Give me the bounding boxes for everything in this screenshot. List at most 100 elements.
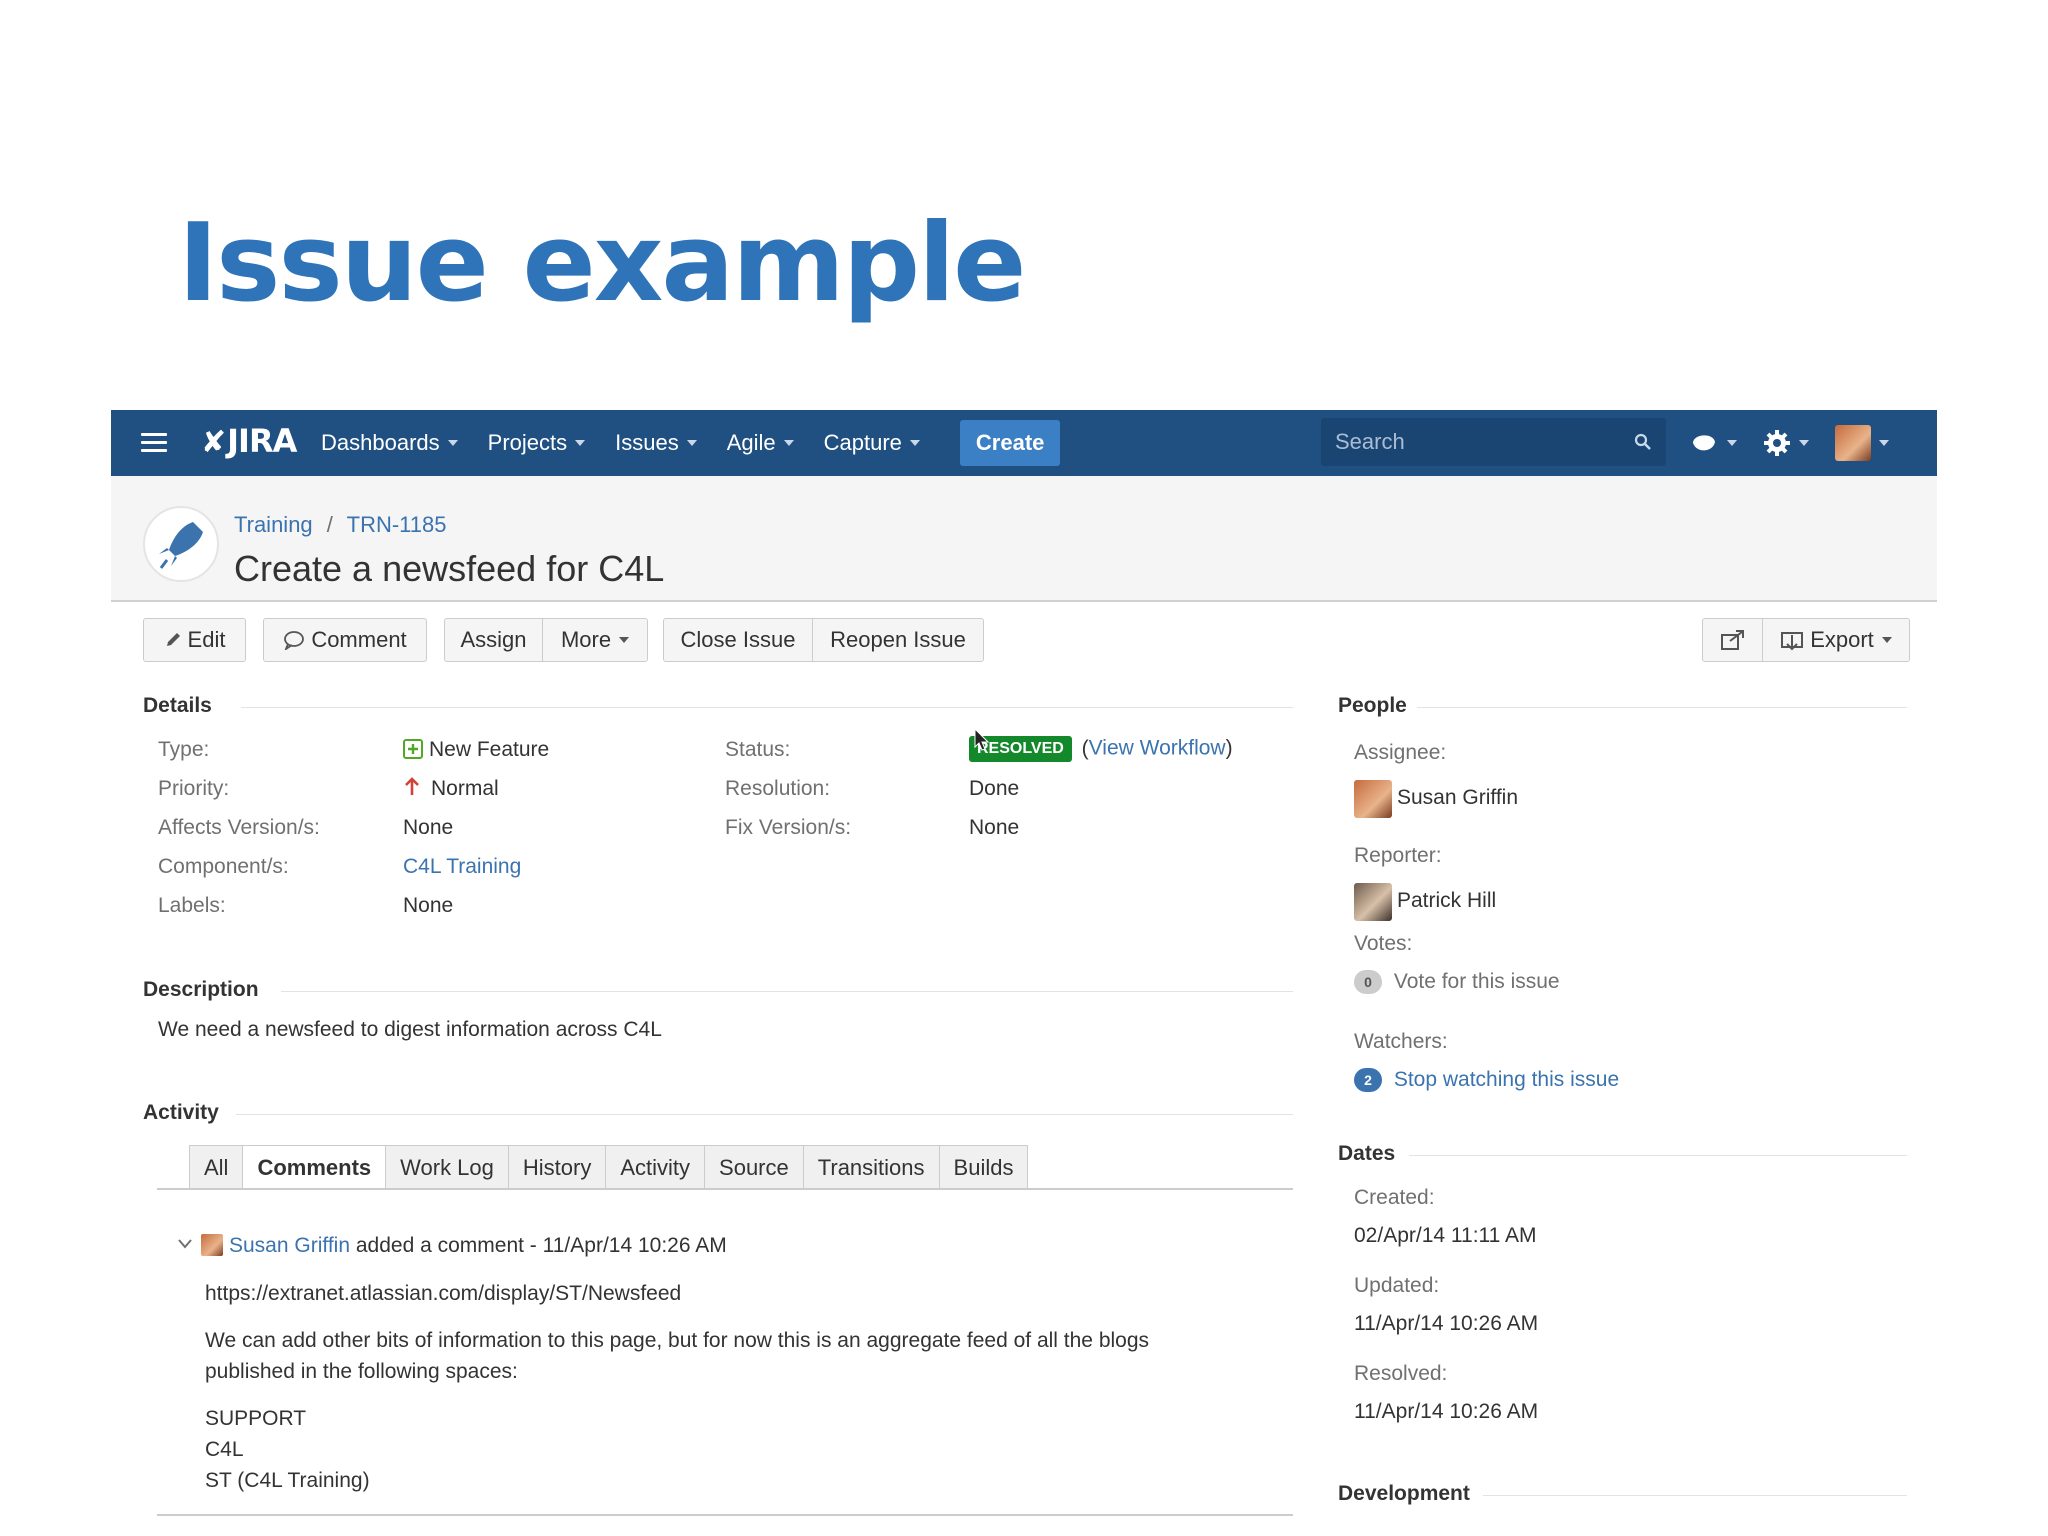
close-issue-button[interactable]: Close Issue: [663, 618, 813, 662]
updated-value: 11/Apr/14 10:26 AM: [1354, 1312, 1539, 1335]
assign-button[interactable]: Assign: [444, 618, 543, 662]
priority-label: Priority:: [158, 777, 230, 800]
people-heading: People: [1338, 694, 1407, 717]
breadcrumb-project-link[interactable]: Training: [234, 512, 313, 537]
speech-bubble-icon: [284, 631, 305, 650]
tab-work-log[interactable]: Work Log: [385, 1145, 509, 1189]
avatar: [201, 1234, 223, 1256]
project-avatar-rocket-icon[interactable]: [143, 506, 219, 582]
comment-list-item: ST (C4L Training): [205, 1469, 370, 1492]
jira-issue-screenshot: ✘JIRA Dashboards Projects Issues Agile C…: [111, 410, 1937, 1520]
tab-history[interactable]: History: [507, 1145, 607, 1189]
tab-source[interactable]: Source: [704, 1145, 804, 1189]
breadcrumb: Training / TRN-1185: [234, 512, 447, 537]
type-value: New Feature: [403, 738, 549, 762]
watchers-label: Watchers:: [1354, 1030, 1448, 1053]
comment-button[interactable]: Comment: [263, 618, 427, 662]
nav-issues[interactable]: Issues: [615, 430, 697, 456]
avatar: [1354, 780, 1392, 818]
affects-versions-label: Affects Version/s:: [158, 816, 320, 839]
resolution-label: Resolution:: [725, 777, 831, 800]
details-heading: Details: [143, 694, 212, 717]
tab-builds[interactable]: Builds: [938, 1145, 1029, 1189]
tab-activity[interactable]: Activity: [605, 1145, 706, 1189]
reopen-issue-button[interactable]: Reopen Issue: [812, 618, 984, 662]
comment-list-item: C4L: [205, 1438, 244, 1461]
affects-versions-value: None: [403, 816, 454, 839]
stop-watching-link[interactable]: Stop watching this issue: [1394, 1068, 1619, 1091]
more-button[interactable]: More: [542, 618, 648, 662]
search-input[interactable]: [1321, 428, 1617, 456]
tab-all[interactable]: All: [189, 1145, 244, 1189]
vote-control[interactable]: 0 Vote for this issue: [1354, 970, 1560, 995]
description-heading: Description: [143, 978, 259, 1001]
tab-transitions[interactable]: Transitions: [802, 1145, 940, 1189]
priority-value: Normal: [403, 777, 499, 801]
reporter-name[interactable]: Patrick Hill: [1397, 889, 1496, 913]
vote-link[interactable]: Vote for this issue: [1394, 970, 1560, 993]
chevron-down-icon[interactable]: [177, 1238, 193, 1250]
chevron-down-icon: [447, 440, 458, 446]
fix-versions-value: None: [969, 816, 1020, 839]
created-value: 02/Apr/14 11:11 AM: [1354, 1224, 1537, 1247]
component-link[interactable]: C4L Training: [403, 855, 521, 879]
search-icon[interactable]: [1634, 433, 1652, 451]
resolution-value: Done: [969, 777, 1020, 800]
fix-versions-label: Fix Version/s:: [725, 816, 852, 839]
avatar: [1354, 883, 1392, 921]
issue-toolbar: Edit Comment Assign More Close Issue Reo…: [143, 618, 1910, 664]
menu-icon[interactable]: [141, 433, 167, 453]
avatar: [1835, 425, 1871, 461]
assignee-label: Assignee:: [1354, 741, 1447, 764]
vote-count-badge: 0: [1354, 970, 1382, 995]
chevron-down-icon: [686, 440, 697, 446]
share-icon: [1720, 630, 1744, 650]
created-label: Created:: [1354, 1186, 1435, 1209]
comment-header: Susan Griffin added a comment - 11/Apr/1…: [177, 1234, 727, 1258]
pencil-icon: [166, 633, 180, 646]
download-icon: [1781, 632, 1804, 651]
help-icon[interactable]: [1691, 430, 1737, 456]
export-button[interactable]: Export: [1762, 618, 1910, 662]
resolved-label: Resolved:: [1354, 1362, 1448, 1385]
issue-header: Training / TRN-1185 Create a newsfeed fo…: [111, 476, 1937, 602]
type-label: Type:: [158, 738, 210, 761]
nav-capture[interactable]: Capture: [824, 430, 920, 456]
tab-comments[interactable]: Comments: [242, 1145, 387, 1189]
comment-author-link[interactable]: Susan Griffin: [229, 1234, 350, 1257]
status-value: RESOLVED (View Workflow): [969, 736, 1233, 762]
view-workflow-link[interactable]: View Workflow: [1089, 737, 1226, 760]
activity-heading: Activity: [143, 1101, 219, 1124]
nav-projects[interactable]: Projects: [488, 430, 586, 456]
watch-control[interactable]: 2 Stop watching this issue: [1354, 1068, 1619, 1093]
comment-list-item: SUPPORT: [205, 1407, 307, 1430]
search-box[interactable]: [1321, 418, 1666, 466]
activity-tabs: All Comments Work Log History Activity S…: [189, 1145, 1029, 1189]
comment-text-line2: published in the following spaces:: [205, 1360, 518, 1383]
mouse-cursor-icon: [974, 728, 990, 751]
nav-agile[interactable]: Agile: [727, 430, 794, 456]
nav-dashboards[interactable]: Dashboards: [321, 430, 458, 456]
assignee-name[interactable]: Susan Griffin: [1397, 786, 1518, 810]
comment-link[interactable]: https://extranet.atlassian.com/display/S…: [205, 1282, 681, 1306]
slide-title: Issue example: [178, 201, 1026, 326]
edit-button[interactable]: Edit: [143, 618, 246, 662]
labels-value: None: [403, 894, 454, 917]
status-label: Status:: [725, 738, 791, 761]
comment-text-line1: We can add other bits of information to …: [205, 1329, 1150, 1352]
arrow-up-icon: [405, 777, 419, 795]
updated-label: Updated:: [1354, 1274, 1440, 1297]
breadcrumb-issue-key-link[interactable]: TRN-1185: [347, 512, 447, 537]
jira-logo[interactable]: ✘JIRA: [201, 422, 297, 460]
share-button[interactable]: [1702, 618, 1763, 662]
development-heading: Development: [1338, 1482, 1470, 1505]
chevron-down-icon: [1881, 637, 1892, 643]
user-avatar-menu[interactable]: [1835, 425, 1889, 461]
reporter-label: Reporter:: [1354, 844, 1442, 867]
comment-meta: added a comment - 11/Apr/14 10:26 AM: [355, 1234, 727, 1257]
top-navigation-bar: ✘JIRA Dashboards Projects Issues Agile C…: [111, 410, 1937, 476]
create-button[interactable]: Create: [959, 420, 1061, 466]
gear-icon[interactable]: [1763, 429, 1809, 457]
description-text: We need a newsfeed to digest information…: [158, 1018, 662, 1041]
chevron-down-icon: [575, 440, 586, 446]
